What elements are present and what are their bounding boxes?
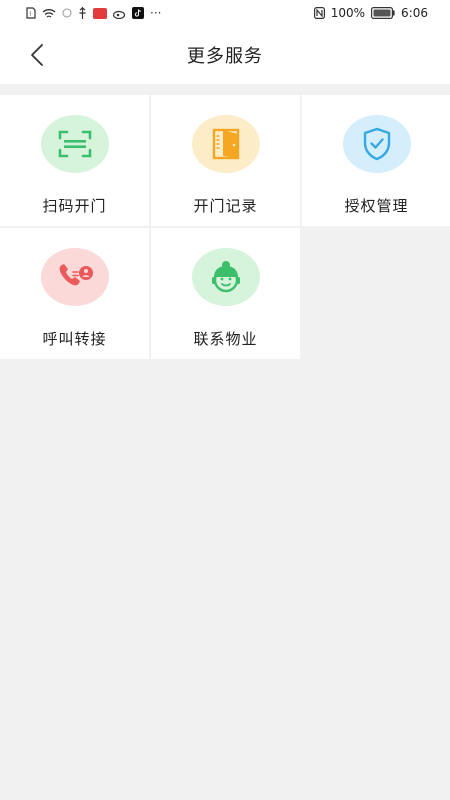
chevron-left-icon	[31, 44, 43, 66]
status-right: 100% 6:06	[313, 6, 428, 20]
nfc-icon	[313, 6, 325, 20]
door-icon	[212, 128, 239, 160]
contact-property-tile[interactable]: 联系物业	[151, 228, 300, 359]
weibo-icon	[113, 6, 126, 20]
usb-icon	[78, 6, 87, 20]
tile-label: 联系物业	[193, 330, 258, 348]
service-grid: 扫码开门 开门记录 授权管理 呼叫转接 联系物业	[0, 95, 450, 359]
phone-transfer-icon	[59, 264, 93, 286]
wifi-icon	[42, 6, 56, 20]
more-notifications: ···	[150, 6, 162, 20]
door-record-tile[interactable]: 开门记录	[151, 95, 300, 226]
battery-icon	[371, 6, 395, 20]
scan-icon	[58, 130, 91, 158]
scan-icon-bg	[40, 115, 109, 173]
customer-service-icon	[211, 261, 240, 293]
info-circle-icon	[62, 6, 72, 20]
service-icon-bg	[191, 248, 260, 306]
tile-label: 授权管理	[344, 197, 409, 215]
tile-label: 呼叫转接	[42, 330, 107, 348]
authorization-tile[interactable]: 授权管理	[302, 95, 450, 226]
back-button[interactable]	[22, 40, 52, 70]
tiktok-icon	[132, 6, 144, 20]
battery-percent: 100%	[330, 6, 366, 20]
sim-icon: !	[26, 6, 36, 20]
shield-icon-bg	[342, 115, 411, 173]
shield-check-icon	[363, 127, 390, 161]
header-bar: 更多服务	[0, 26, 450, 84]
page-title: 更多服务	[187, 46, 263, 67]
svg-text:!: !	[29, 11, 31, 18]
scan-to-open-tile[interactable]: 扫码开门	[0, 95, 149, 226]
status-left: ! ···	[26, 6, 161, 20]
tile-label: 扫码开门	[42, 197, 107, 215]
phone-icon-bg	[40, 248, 109, 306]
news-app-icon	[93, 6, 107, 20]
door-icon-bg	[191, 115, 260, 173]
status-bar: ! ··· 100% 6:06	[0, 0, 450, 26]
clock: 6:06	[401, 6, 428, 20]
call-transfer-tile[interactable]: 呼叫转接	[0, 228, 149, 359]
tile-label: 开门记录	[193, 197, 258, 215]
